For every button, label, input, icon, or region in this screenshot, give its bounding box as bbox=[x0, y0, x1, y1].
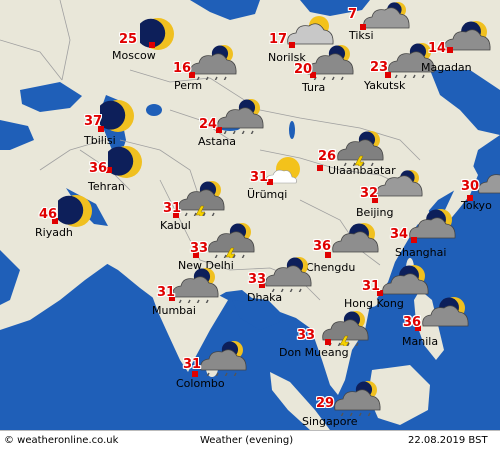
city-name-mumbai[interactable]: Mumbai bbox=[152, 305, 196, 316]
city-marker-magadan[interactable] bbox=[447, 47, 453, 53]
temperature-chengdu: 36 bbox=[313, 239, 332, 254]
city-name-riyadh[interactable]: Riyadh bbox=[35, 227, 73, 238]
map-date: 22.08.2019 BST bbox=[408, 435, 488, 446]
temperature-hong-kong: 31 bbox=[362, 279, 381, 294]
city-marker-norilsk[interactable] bbox=[289, 42, 295, 48]
cloud-rain-icon bbox=[170, 267, 220, 307]
city-name-dhaka[interactable]: Dhaka bbox=[247, 292, 282, 303]
city-name-magadan[interactable]: Magadan bbox=[421, 62, 472, 73]
temperature-dhaka: 33 bbox=[248, 272, 267, 287]
city-name-colombo[interactable]: Colombo bbox=[176, 378, 225, 389]
temperature-astana: 24 bbox=[199, 117, 218, 132]
city-name-beijing[interactable]: Beijing bbox=[356, 207, 393, 218]
city-name-yakutsk[interactable]: Yakutsk bbox=[364, 80, 405, 91]
city-name-perm[interactable]: Perm bbox=[174, 80, 202, 91]
city-marker-shanghai[interactable] bbox=[411, 237, 417, 243]
cloud-icon bbox=[373, 168, 423, 208]
footer-bar: © weatheronline.co.uk Weather (evening) … bbox=[0, 430, 500, 450]
cloud-rain-icon bbox=[215, 98, 265, 138]
city-name-hong-kong[interactable]: Hong Kong bbox=[344, 298, 404, 309]
temperature-riyadh: 46 bbox=[39, 207, 58, 222]
city-name-moscow[interactable]: Moscow bbox=[112, 50, 156, 61]
city-name-tokyo[interactable]: Tokyo bbox=[461, 200, 492, 211]
source-credit[interactable]: © weatheronline.co.uk bbox=[4, 435, 118, 446]
lake-baikal bbox=[289, 121, 295, 139]
temperature-manila: 36 bbox=[403, 315, 422, 330]
temperature-mumbai: 31 bbox=[157, 285, 176, 300]
city-name-tehran[interactable]: Tehran bbox=[88, 181, 125, 192]
thunderstorm-icon bbox=[206, 222, 256, 266]
city-name-chengdu[interactable]: Chengdu bbox=[306, 262, 355, 273]
cloud-rain-icon bbox=[305, 44, 355, 84]
temperature-singapore: 29 bbox=[316, 396, 335, 411]
city-name-tiksi[interactable]: Tiksi bbox=[349, 30, 374, 41]
city-marker-ulaanbaatar[interactable] bbox=[317, 165, 323, 171]
city-marker-moscow[interactable] bbox=[149, 42, 155, 48]
city-name-singapore[interactable]: Singapore bbox=[302, 416, 358, 427]
city-name-tura[interactable]: Tura bbox=[302, 82, 325, 93]
cloud-rain-icon bbox=[263, 256, 313, 296]
city-name-don-mueang[interactable]: Don Mueang bbox=[279, 347, 349, 358]
temperature-tehran: 36 bbox=[89, 161, 108, 176]
temperature-tbilisi: 37 bbox=[84, 114, 103, 129]
cloud-moon-icon bbox=[420, 296, 470, 336]
temperature-beijing: 32 bbox=[360, 186, 379, 201]
city-name-manila[interactable]: Manila bbox=[402, 336, 438, 347]
weather-map: 25 Moscow 16 Perm 17 Norilsk 7 Tiksi 20 Tura 23 Yak… bbox=[0, 0, 500, 450]
city-name-r-mqi[interactable]: Ürümqi bbox=[247, 189, 287, 200]
temperature-colombo: 31 bbox=[183, 357, 202, 372]
city-name-astana[interactable]: Astana bbox=[198, 136, 236, 147]
city-name-shanghai[interactable]: Shanghai bbox=[395, 247, 446, 258]
temperature-shanghai: 34 bbox=[390, 227, 409, 242]
city-marker-don-mueang[interactable] bbox=[325, 339, 331, 345]
temperature-magadan: 14 bbox=[428, 41, 447, 56]
temperature-tokyo: 30 bbox=[461, 179, 480, 194]
cloud-moon-icon bbox=[330, 222, 380, 262]
temperature-new-delhi: 33 bbox=[190, 241, 209, 256]
temperature-tiksi: 7 bbox=[348, 7, 358, 22]
moon-icon bbox=[104, 144, 158, 184]
cloud-rain-icon bbox=[332, 380, 382, 420]
temperature-don-mueang: 33 bbox=[297, 328, 316, 343]
cloud-rain-icon bbox=[188, 44, 238, 84]
temperature-tura: 20 bbox=[294, 62, 313, 77]
temperature-yakutsk: 23 bbox=[370, 60, 389, 75]
map-title: Weather (evening) bbox=[200, 435, 294, 446]
cloud-moon-icon bbox=[442, 20, 492, 60]
moon-icon bbox=[96, 98, 150, 138]
temperature-moscow: 25 bbox=[119, 32, 138, 47]
temperature-kabul: 31 bbox=[163, 201, 182, 216]
temperature-r-mqi: 31 bbox=[250, 170, 269, 185]
temperature-ulaanbaatar: 26 bbox=[318, 149, 337, 164]
thunderstorm-icon bbox=[176, 180, 226, 224]
temperature-norilsk: 17 bbox=[269, 32, 288, 47]
cloud-rain-icon bbox=[198, 340, 248, 380]
city-name-kabul[interactable]: Kabul bbox=[160, 220, 191, 231]
temperature-perm: 16 bbox=[173, 61, 192, 76]
